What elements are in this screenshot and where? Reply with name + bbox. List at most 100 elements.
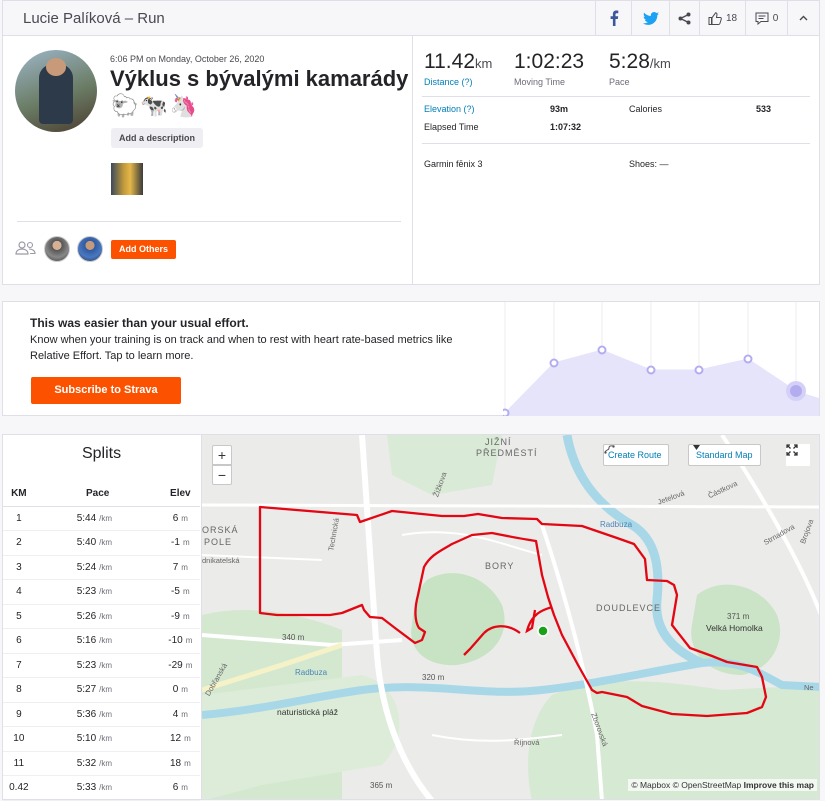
split-row[interactable]: 9 5:36/km 4 m [3,702,200,727]
split-pace: 5:27 [76,684,97,696]
divider [17,221,401,222]
split-elev: 0 [172,684,179,696]
map-label: ORSKÁ [202,525,239,535]
split-row[interactable]: 1 5:44/km 6 m [3,506,200,531]
activity-date: 6:06 PM on Monday, October 26, 2020 [110,54,265,64]
map-label: 371 m [727,612,750,621]
map-label: DOUDLEVCE [596,603,662,613]
split-elev: 6 [172,782,179,794]
split-pace-unit: /km [99,562,113,572]
split-elev-cell: 6m [160,775,200,801]
split-pace-unit: /km [99,587,113,597]
group-icon [15,241,36,255]
split-km: 3 [3,555,35,580]
collapse-button[interactable] [787,1,819,35]
split-elev-unit: m [184,758,191,768]
avatar-head [46,58,66,76]
split-row[interactable]: 0.42 5:33/km 6 m [3,775,200,801]
split-km: 8 [3,677,35,703]
group-athlete-avatar[interactable] [44,236,70,262]
split-elev-unit: m [182,611,190,621]
map-label: POLE [204,537,233,547]
split-row[interactable]: 7 5:23/km -29 m [3,653,200,678]
zoom-out-button[interactable]: − [212,465,232,485]
split-pace: 5:36 [76,708,97,720]
split-km: 4 [3,579,35,605]
split-elev-unit: m [182,538,190,548]
device-name: Garmin fēnix 3 [424,159,483,169]
divider [422,96,810,97]
split-pace: 5:10 [76,733,97,745]
split-row[interactable]: 8 5:27/km 0 m [3,677,200,703]
split-pace-cell: 5:26/km [34,604,161,629]
elevation-label[interactable]: Elevation (?) [424,104,475,114]
group-athlete-avatar[interactable] [77,236,103,262]
comment-button[interactable]: 0 [745,1,787,35]
split-pace-unit: /km [99,611,113,621]
effort-point [743,354,753,364]
kudos-count: 18 [725,12,738,24]
split-elev-unit: m [181,685,188,695]
split-pace-cell: 5:36/km [34,702,161,727]
split-pace: 5:44 [76,512,97,524]
split-row[interactable]: 3 5:24/km 7 m [3,555,200,580]
route-map[interactable]: JIŽNÍ PŘEDMĚSTÍ BORY DOUDLEVCE Velká Hom… [201,434,820,800]
osm-attribution[interactable]: © OpenStreetMap [673,780,742,790]
map-label: Ne [804,683,814,692]
map-label: 365 m [370,781,393,790]
split-row[interactable]: 6 5:16/km -10 m [3,628,200,654]
split-row[interactable]: 11 5:32/km 18 m [3,751,200,776]
comment-icon [755,12,769,25]
mapbox-attribution[interactable]: © Mapbox [631,780,670,790]
divider [422,143,810,144]
map-label: Říjnová [514,738,540,747]
split-row[interactable]: 10 5:10/km 12 m [3,726,200,752]
split-row[interactable]: 5 5:26/km -9 m [3,604,200,629]
split-elev-cell: 0m [160,677,200,703]
activity-title[interactable]: Výklus s bývalými kamarády [110,66,408,92]
route-start-marker[interactable] [537,625,549,637]
effort-point [549,358,559,368]
twitter-icon [642,11,659,25]
split-elev: -10 [168,635,183,647]
improve-map-link[interactable]: Improve this map [744,780,814,790]
add-description-button[interactable]: Add a description [111,128,204,148]
split-elev: -9 [171,610,180,622]
kudos-button[interactable]: 18 [699,1,745,35]
split-elev: 6 [172,512,179,524]
zoom-in-button[interactable]: + [212,445,232,465]
split-elev: -29 [168,659,183,671]
activity-photo[interactable] [111,163,143,195]
split-row[interactable]: 2 5:40/km -1 m [3,530,200,556]
relative-effort-card[interactable]: This was easier than your usual effort. … [2,301,820,416]
splits-body: 1 5:44/km 6 m 2 5:40/km -1 m 3 5:24/km 7 m 4 5:23/km -… [3,506,200,801]
split-pace-cell: 5:23/km [34,579,161,605]
subscribe-button[interactable]: Subscribe to Strava [31,377,181,404]
split-row[interactable]: 4 5:23/km -5 m [3,579,200,605]
divider [412,36,413,284]
split-pace-cell: 5:10/km [34,726,161,752]
split-pace: 5:24 [76,561,97,573]
create-route-button[interactable]: Create Route [603,444,669,466]
add-others-button[interactable]: Add Others [111,240,177,259]
distance-unit: km [475,56,493,71]
distance-label[interactable]: Distance (?) [424,77,492,87]
twitter-share-button[interactable] [631,1,669,35]
splits-panel: Splits KM Pace Elev 1 5:44/km 6 m 2 5:40/km -1… [2,434,201,801]
effort-point [694,365,704,375]
split-elev-cell: 18 m [160,751,200,776]
facebook-share-button[interactable] [595,1,631,35]
fullscreen-button[interactable] [786,444,810,466]
comments-count: 0 [772,12,779,24]
page-title: Lucie Palíková – Run [23,10,165,27]
split-pace-unit: /km [99,734,113,744]
elev-header: Elev [160,482,200,507]
moving-time-value: 1:02:23 [514,50,585,73]
map-attribution: © Mapbox © OpenStreetMap Improve this ma… [628,779,817,791]
split-elev-cell: -1 m [160,530,200,556]
split-pace-cell: 5:24/km [34,555,161,580]
map-style-dropdown[interactable]: Standard Map [688,444,761,466]
share-button[interactable] [669,1,699,35]
athlete-avatar[interactable] [15,50,97,132]
route-icon [604,445,615,454]
